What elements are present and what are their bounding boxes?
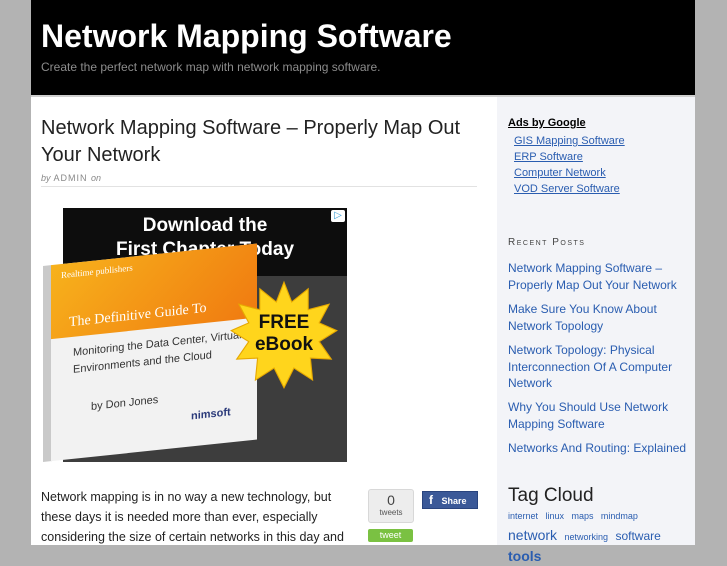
post-body: Network mapping is in no way a new techn… xyxy=(41,490,344,544)
tag-link[interactable]: mindmap xyxy=(601,511,638,521)
ebook-front: Realtime publishers The Definitive Guide… xyxy=(51,243,257,462)
ad-banner[interactable]: Download the First Chapter Today ▷ Realt… xyxy=(43,208,347,462)
ad-link[interactable]: ERP Software xyxy=(514,151,583,163)
site-header: Network Mapping Software Create the perf… xyxy=(31,0,695,97)
ebook-author: by Don Jones xyxy=(91,393,159,413)
recent-post-link[interactable]: Why You Should Use Network Mapping Softw… xyxy=(508,399,693,432)
tag-link[interactable]: maps xyxy=(571,511,593,521)
tweet-button[interactable]: tweet xyxy=(368,529,413,542)
byline-on: on xyxy=(91,173,102,183)
facebook-icon: f xyxy=(429,493,433,507)
recent-post-link[interactable]: Network Topology: Physical Interconnecti… xyxy=(508,342,693,392)
tag-link[interactable]: software xyxy=(615,529,660,543)
byline-divider xyxy=(41,186,477,187)
recent-post-link[interactable]: Networks And Routing: Explained xyxy=(508,440,693,457)
site-title[interactable]: Network Mapping Software xyxy=(41,18,452,55)
sidebar: Ads by Google GIS Mapping Software ERP S… xyxy=(497,97,695,564)
recent-post-link[interactable]: Make Sure You Know About Network Topolog… xyxy=(508,301,693,334)
nimsoft-logo: nimsoft xyxy=(191,406,231,423)
badge-line2: eBook xyxy=(254,334,314,355)
main-content: Network Mapping Software – Properly Map … xyxy=(31,97,497,545)
tag-cloud: internet linux maps mindmap network netw… xyxy=(508,505,693,566)
tag-link[interactable]: network xyxy=(508,527,557,543)
ebook-subtitle: Monitoring the Data Center, Virtual Envi… xyxy=(73,329,242,376)
tag-link[interactable]: linux xyxy=(545,511,564,521)
site-description: Create the perfect network map with netw… xyxy=(41,60,381,74)
badge-line1: FREE xyxy=(258,312,310,333)
ad-link[interactable]: Computer Network xyxy=(514,167,606,179)
page-wrapper: Network Mapping Software Create the perf… xyxy=(31,0,695,564)
ebook-publisher: Realtime publishers xyxy=(61,262,133,281)
tag-link[interactable]: tools xyxy=(508,548,541,564)
post-title[interactable]: Network Mapping Software – Properly Map … xyxy=(41,115,481,169)
tag-link[interactable]: networking xyxy=(564,532,608,542)
tweet-count: 0 xyxy=(387,492,395,508)
ad-link[interactable]: GIS Mapping Software xyxy=(514,135,625,147)
ebook-guide-title: The Definitive Guide To xyxy=(69,300,207,331)
ad-link[interactable]: VOD Server Software xyxy=(514,183,620,195)
ad-headline-line1: Download the xyxy=(142,215,268,236)
post-byline: by ADMIN on xyxy=(41,173,101,183)
tweet-unit-label: tweets xyxy=(379,508,403,517)
facebook-share-button[interactable]: f Share xyxy=(422,491,478,509)
recent-posts-title: Recent Posts xyxy=(508,237,586,248)
byline-author[interactable]: ADMIN xyxy=(54,173,88,183)
ads-by-google-title[interactable]: Ads by Google xyxy=(508,117,586,129)
tag-cloud-title: Tag Cloud xyxy=(508,485,594,506)
adchoices-icon[interactable]: ▷ xyxy=(331,210,345,222)
recent-post-link[interactable]: Network Mapping Software – Properly Map … xyxy=(508,260,693,293)
byline-by: by xyxy=(41,173,51,183)
ebook-cover: Realtime publishers The Definitive Guide… xyxy=(43,243,257,462)
facebook-share-label: Share xyxy=(441,496,467,506)
tweet-counter: 0 tweets xyxy=(368,489,414,523)
free-ebook-badge: FREE eBook xyxy=(229,312,339,356)
tag-link[interactable]: internet xyxy=(508,511,538,521)
